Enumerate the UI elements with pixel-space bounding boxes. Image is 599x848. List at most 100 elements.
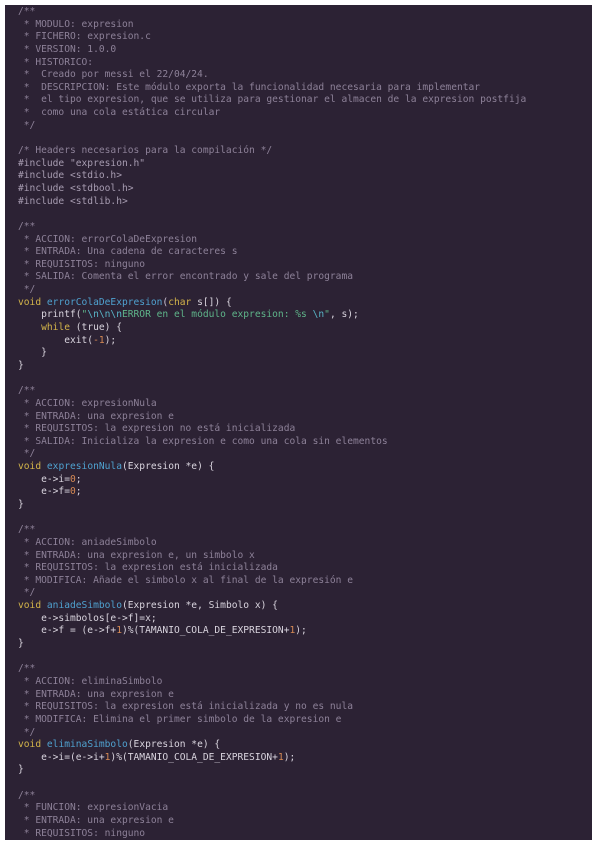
code-token: );: [104, 334, 117, 346]
code-token: printf(: [18, 309, 82, 321]
code-token: , s);: [329, 309, 359, 321]
code-line: * REQUISITOS: la expresion no está inici…: [18, 423, 592, 436]
code-token: (Expresion *e, Simbolo x) {: [121, 600, 278, 612]
code-line: * como una cola estática circular: [18, 107, 592, 120]
code-token: s[]) {: [191, 296, 232, 308]
code-token: exit(: [18, 334, 94, 346]
code-token: (Expresion *e) {: [127, 739, 221, 751]
code-token: void: [18, 739, 47, 751]
code-line: * HISTORICO:: [18, 57, 592, 70]
code-line: * DESCRIPCION: Este módulo exporta la fu…: [18, 82, 592, 95]
code-token: ;: [75, 473, 82, 485]
code-line: * REQUISITOS: ninguno: [18, 259, 592, 272]
code-token: * como una cola estática circular: [18, 107, 221, 119]
code-token: * el tipo expresion, que se utiliza para…: [18, 94, 527, 106]
code-line: * ENTRADA: una expresion e, un simbolo x: [18, 550, 592, 563]
code-line: }: [18, 347, 592, 360]
code-line: }: [18, 638, 592, 651]
code-token: * ENTRADA: una expresion e: [18, 410, 174, 422]
code-token: /**: [18, 6, 36, 17]
code-line: #include "expresion.h": [18, 158, 592, 171]
code-line: /**: [18, 6, 592, 19]
code-line: /**: [18, 524, 592, 537]
code-token: void: [18, 600, 47, 612]
code-token: * MODULO: expresion: [18, 18, 134, 30]
code-line: * MODIFICA: Elimina el primer simbolo de…: [18, 714, 592, 727]
code-line: e->i=0;: [18, 474, 592, 487]
code-line: }: [18, 360, 592, 373]
code-token: )%(TAMANIO_COLA_DE_EXPRESION+: [110, 751, 278, 763]
code-line: * REQUISITOS: la expresion está iniciali…: [18, 701, 592, 714]
code-token: * HISTORICO:: [18, 56, 94, 68]
code-line: /**: [18, 790, 592, 803]
code-line: * ACCION: aniadeSimbolo: [18, 537, 592, 550]
code-token: * ACCION: errorColaDeExpresion: [18, 233, 198, 245]
code-token: /* Headers necesarios para la compilació…: [18, 145, 273, 157]
code-token: */: [18, 726, 36, 738]
code-line: }: [18, 764, 592, 777]
code-token: expresionNula: [46, 461, 122, 473]
code-token: */: [18, 284, 36, 296]
code-line: */: [18, 448, 592, 461]
code-token: );: [295, 625, 307, 637]
code-line: e->f=0;: [18, 486, 592, 499]
code-token: \n\n\n: [87, 309, 122, 321]
code-line: /**: [18, 221, 592, 234]
code-line: */: [18, 727, 592, 740]
code-token: * REQUISITOS: la expresion está iniciali…: [18, 701, 354, 713]
code-token: * SALIDA: Inicializa la expresion e como…: [18, 435, 388, 447]
code-token: * Creado por messi el 22/04/24.: [18, 69, 209, 81]
code-token: /**: [18, 385, 36, 397]
code-token: void: [18, 296, 47, 308]
code-token: #include <stdio.h>: [18, 170, 122, 182]
code-token: errorColaDeExpresion: [46, 296, 163, 308]
code-line: * VERSION: 1.0.0: [18, 44, 592, 57]
code-token: }: [18, 498, 24, 510]
code-token: * REQUISITOS: la expresion no está inici…: [18, 423, 296, 435]
code-token: #include "expresion.h": [18, 157, 146, 169]
code-line: void eliminaSimbolo(Expresion *e) {: [18, 739, 592, 752]
code-line: * ACCION: errorColaDeExpresion: [18, 234, 592, 247]
code-token: * FUNCION: expresionVacia: [18, 802, 169, 814]
code-token: )%(TAMANIO_COLA_DE_EXPRESION+: [121, 625, 290, 637]
code-token: aniadeSimbolo: [46, 600, 122, 612]
code-token: * VERSION: 1.0.0: [18, 43, 117, 55]
code-line: /**: [18, 385, 592, 398]
code-token: * ACCION: aniadeSimbolo: [18, 536, 157, 548]
code-line: * SALIDA: Inicializa la expresion e como…: [18, 436, 592, 449]
code-token: #include <stdbool.h>: [18, 182, 134, 194]
code-line: * Creado por messi el 22/04/24.: [18, 69, 592, 82]
code-token: eliminaSimbolo: [46, 739, 128, 751]
code-token: */: [18, 587, 36, 599]
code-token: * REQUISITOS: ninguno: [18, 827, 146, 839]
code-token: #include <stdlib.h>: [18, 195, 128, 207]
code-token: while: [18, 322, 76, 334]
code-line: e->simbolos[e->f]=x;: [18, 613, 592, 626]
code-line: e->f = (e->f+1)%(TAMANIO_COLA_DE_EXPRESI…: [18, 625, 592, 638]
code-token: void: [18, 461, 47, 473]
code-token: /**: [18, 220, 36, 232]
code-line: while (true) {: [18, 322, 592, 335]
code-line: void errorColaDeExpresion(char s[]) {: [18, 297, 592, 310]
code-line: * FUNCION: expresionVacia: [18, 802, 592, 815]
code-line: * REQUISITOS: la expresion está iniciali…: [18, 562, 592, 575]
code-token: * REQUISITOS: ninguno: [18, 258, 146, 270]
code-token: );: [283, 751, 296, 763]
code-token: ;: [75, 486, 82, 498]
code-line: exit(-1);: [18, 335, 592, 348]
code-line: * ENTRADA: una expresion e: [18, 411, 592, 424]
code-token: /**: [18, 524, 36, 536]
code-token: e->simbolos[e->f]=x;: [18, 612, 157, 624]
code-line: #include <stdbool.h>: [18, 183, 592, 196]
code-token: /**: [18, 663, 36, 675]
code-line: * ACCION: eliminaSimbolo: [18, 676, 592, 689]
code-line: }: [18, 499, 592, 512]
code-line: */: [18, 284, 592, 297]
code-line: * SALIDA: Comenta el error encontrado y …: [18, 271, 592, 284]
code-token: */: [18, 448, 36, 460]
code-line: * MODIFICA: Añade el simbolo x al final …: [18, 575, 592, 588]
